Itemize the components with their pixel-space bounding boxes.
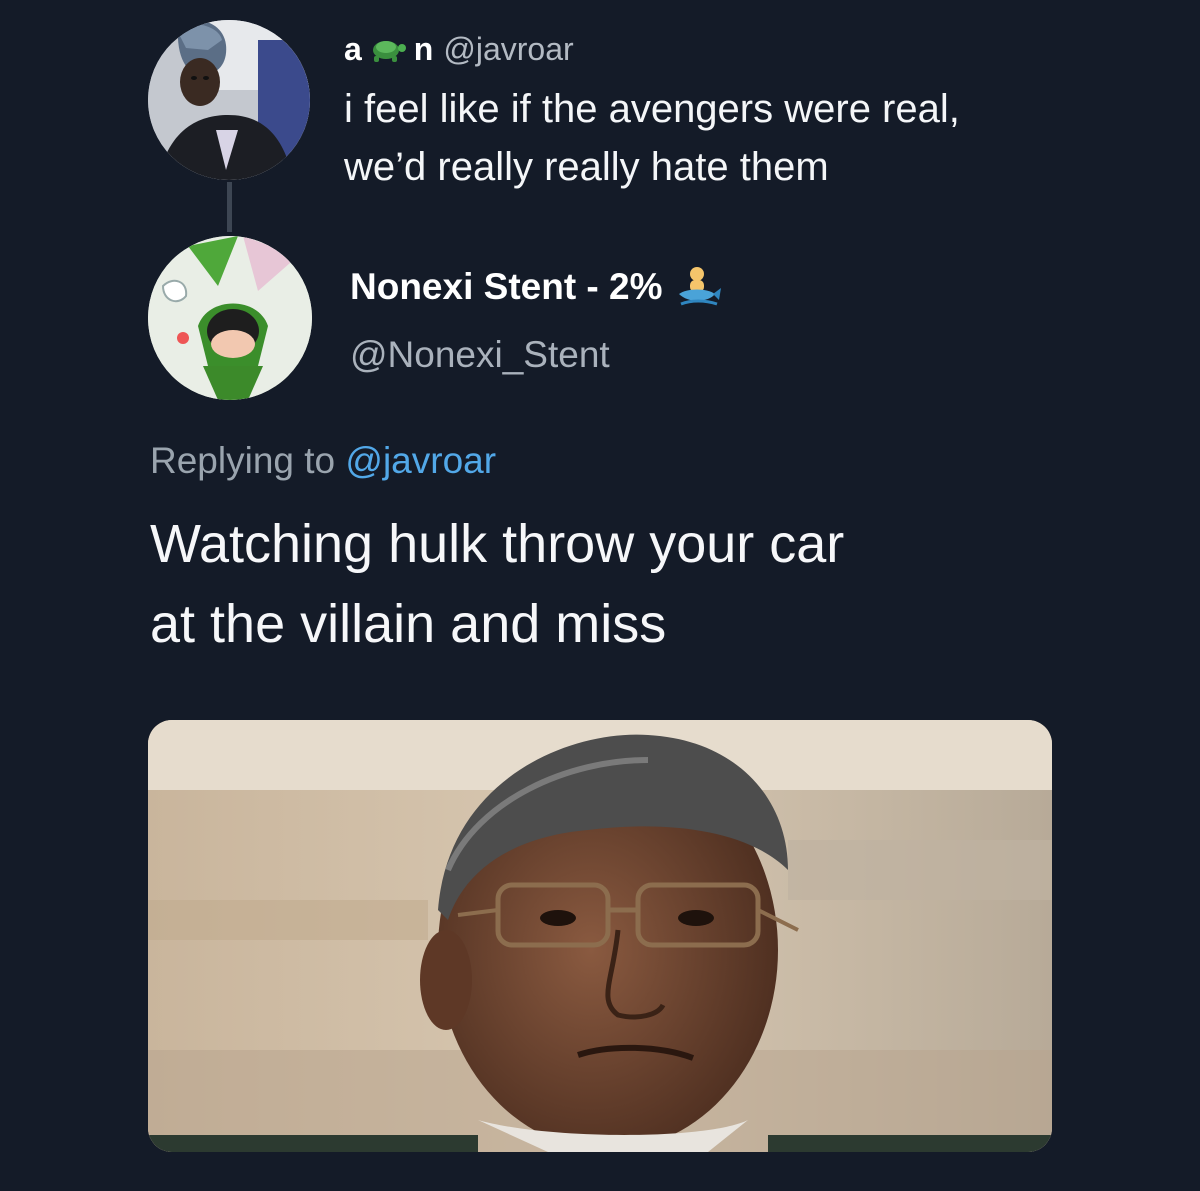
thread-connector-line xyxy=(227,182,232,232)
replying-to-line: Replying to @javroar xyxy=(150,436,496,486)
parent-name-row[interactable]: a n @javroar xyxy=(344,28,574,70)
parent-tweet-text: i feel like if the avengers were real, w… xyxy=(344,80,1064,196)
reply-avatar[interactable] xyxy=(148,236,312,400)
reply-display-name: Nonexi Stent - 2% xyxy=(350,266,663,307)
reply-tweet-text: Watching hulk throw your car at the vill… xyxy=(150,504,1110,664)
replying-to-mention[interactable]: @javroar xyxy=(345,440,496,481)
parent-display-name-start: a xyxy=(344,31,362,67)
reply-name-row[interactable]: Nonexi Stent - 2% xyxy=(350,262,723,312)
reply-tweet-line-2: at the villain and miss xyxy=(150,594,667,654)
tweet-media-image[interactable] xyxy=(148,720,1052,1152)
parent-tweet-line-1: i feel like if the avengers were real, xyxy=(344,87,960,131)
parent-display-name-end: n xyxy=(413,31,434,67)
meme-photo xyxy=(148,720,1052,1152)
parent-tweet-line-2: we’d really really hate them xyxy=(344,145,829,189)
parent-avatar-image xyxy=(148,20,310,180)
parent-avatar[interactable] xyxy=(148,20,310,180)
reply-avatar-image xyxy=(148,236,312,400)
parent-handle[interactable]: @javroar xyxy=(443,33,573,65)
reply-handle[interactable]: @Nonexi_Stent xyxy=(350,332,610,378)
replying-to-label: Replying to xyxy=(150,440,336,481)
reply-tweet-line-1: Watching hulk throw your car xyxy=(150,514,845,574)
turtle-icon xyxy=(372,41,406,62)
merman-icon xyxy=(678,267,721,306)
tweet-screenshot: a n @javroar i feel like if the avengers… xyxy=(0,0,1200,1191)
